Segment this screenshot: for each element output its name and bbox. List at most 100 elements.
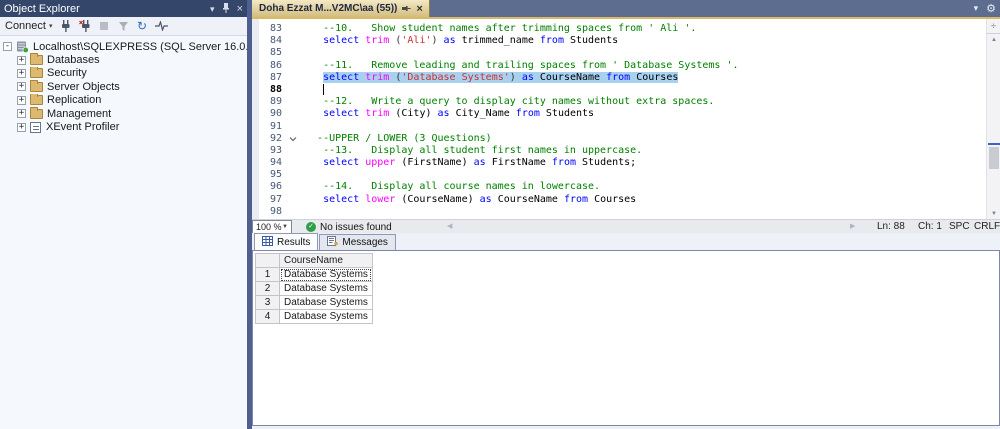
code-line-97[interactable]: select lower (CourseName) as CourseName …: [299, 194, 986, 206]
scrollbar-thumb[interactable]: [989, 147, 999, 169]
code-line-88[interactable]: [299, 84, 986, 96]
line-number[interactable]: 98: [259, 206, 287, 218]
line-number[interactable]: 90: [259, 108, 287, 120]
tree-item-replication[interactable]: +Replication: [0, 94, 247, 107]
pin-icon[interactable]: [222, 3, 230, 15]
tree-item-security[interactable]: +Security: [0, 67, 247, 80]
tree-item-databases[interactable]: +Databases: [0, 53, 247, 66]
chevron-down-icon: ▼: [282, 224, 288, 230]
grid-row-number[interactable]: 3: [256, 296, 280, 310]
scroll-right-icon[interactable]: ▶: [850, 222, 855, 230]
scroll-left-icon[interactable]: ◀: [447, 222, 452, 230]
grid-cell[interactable]: Database Systems: [280, 268, 373, 282]
expand-icon[interactable]: +: [17, 69, 26, 78]
line-number[interactable]: 86: [259, 60, 287, 72]
scroll-down-icon[interactable]: ▼: [987, 211, 1000, 217]
line-number[interactable]: 91: [259, 121, 287, 133]
code-health-indicator[interactable]: ✓ No issues found: [306, 220, 392, 234]
folder-icon: [30, 95, 43, 105]
line-number[interactable]: 94: [259, 157, 287, 169]
sql-code-editor[interactable]: 83848586878889909192939495969798 --10. S…: [252, 19, 1000, 219]
code-line-92[interactable]: --UPPER / LOWER (3 Questions): [299, 133, 986, 145]
code-line-86[interactable]: --11. Remove leading and trailing spaces…: [299, 60, 986, 72]
outline-margin-cell: [287, 108, 299, 120]
expand-icon[interactable]: +: [17, 109, 26, 118]
code-line-96[interactable]: --14. Display all course names in lowerc…: [299, 181, 986, 193]
grid-row-number[interactable]: 4: [256, 310, 280, 324]
scroll-up-icon[interactable]: ▲: [987, 37, 1000, 43]
expand-icon[interactable]: +: [17, 82, 26, 91]
collapse-icon[interactable]: -: [3, 42, 12, 51]
gear-icon[interactable]: ⚙: [986, 2, 996, 15]
grid-cell[interactable]: Database Systems: [280, 296, 373, 310]
line-number[interactable]: 95: [259, 169, 287, 181]
line-number[interactable]: 84: [259, 35, 287, 47]
code-line-84[interactable]: select trim ('Ali') as trimmed_name from…: [299, 35, 986, 47]
code-line-83[interactable]: --10. Show student names after trimming …: [299, 23, 986, 35]
tree-item-server-objects[interactable]: + Server Objects: [0, 80, 247, 93]
expand-icon[interactable]: +: [17, 96, 26, 105]
tab-messages[interactable]: Messages: [319, 234, 396, 250]
connect-plug-icon[interactable]: [60, 20, 73, 33]
code-token: select: [323, 108, 365, 119]
editor-vertical-scrollbar[interactable]: ÷ ▲ ▼: [986, 19, 1000, 219]
line-number[interactable]: 85: [259, 47, 287, 59]
server-icon: [16, 41, 29, 53]
code-token: --11. Remove leading and trailing spaces…: [299, 60, 739, 71]
code-line-91[interactable]: [299, 121, 986, 133]
tab-results[interactable]: Results: [254, 233, 318, 250]
code-line-87[interactable]: select trim ('Database Systems') as Cour…: [299, 72, 986, 84]
expand-icon[interactable]: +: [17, 123, 26, 132]
expand-icon[interactable]: +: [17, 56, 26, 65]
line-number[interactable]: 96: [259, 181, 287, 193]
grid-row-number[interactable]: 2: [256, 282, 280, 296]
code-line-93[interactable]: --13. Display all student first names in…: [299, 145, 986, 157]
grid-corner-cell[interactable]: [256, 254, 280, 268]
line-number[interactable]: 87: [259, 72, 287, 84]
outline-margin-cell: [287, 157, 299, 169]
breakpoint-margin[interactable]: [252, 19, 259, 219]
refresh-icon[interactable]: ↻: [136, 20, 149, 33]
code-token: select: [323, 194, 365, 205]
close-icon[interactable]: ×: [416, 4, 422, 14]
code-token: Courses: [636, 72, 678, 83]
code-line-90[interactable]: select trim (City) as City_Name from Stu…: [299, 108, 986, 120]
grid-cell[interactable]: Database Systems: [280, 282, 373, 296]
zoom-level-selector[interactable]: 100 % ▼: [252, 220, 292, 234]
tree-item-label: Server Objects: [47, 81, 120, 93]
tree-item-management[interactable]: +Management: [0, 107, 247, 120]
fold-collapse-icon[interactable]: [287, 133, 299, 145]
stop-icon[interactable]: [98, 20, 111, 33]
code-outline-margin[interactable]: [287, 23, 299, 218]
window-menu-icon[interactable]: ▾: [210, 4, 215, 14]
line-number[interactable]: 83: [259, 23, 287, 35]
close-icon[interactable]: ×: [237, 4, 243, 14]
line-number[interactable]: 88: [259, 84, 287, 96]
tree-item-localhost-sqlexpress-sql-serve[interactable]: -Localhost\SQLEXPRESS (SQL Server 16.0.1…: [0, 40, 247, 53]
line-number[interactable]: 92: [259, 133, 287, 145]
code-area[interactable]: --10. Show student names after trimming …: [299, 23, 986, 218]
code-line-89[interactable]: --12. Write a query to display city name…: [299, 96, 986, 108]
document-tab[interactable]: Doha Ezzat M...V2MC\aa (55)) ×: [252, 0, 430, 17]
grid-column-header[interactable]: CourseName: [280, 254, 373, 268]
grid-cell[interactable]: Database Systems: [280, 310, 373, 324]
code-line-85[interactable]: [299, 47, 986, 59]
activity-icon[interactable]: [155, 20, 168, 33]
line-number[interactable]: 97: [259, 194, 287, 206]
line-number[interactable]: 93: [259, 145, 287, 157]
grid-row-number[interactable]: 1: [256, 268, 280, 282]
code-line-95[interactable]: [299, 169, 986, 181]
editor-status-strip: 100 % ▼ ✓ No issues found ◀ ▶ Ln: 88 Ch:…: [252, 219, 1000, 233]
disconnect-plug-icon[interactable]: [79, 20, 92, 33]
filter-icon[interactable]: [117, 20, 130, 33]
code-token: CourseName: [540, 72, 606, 83]
code-line-98[interactable]: [299, 206, 986, 218]
code-line-94[interactable]: select upper (FirstName) as FirstName fr…: [299, 157, 986, 169]
tree-item-xevent-profiler[interactable]: +XEvent Profiler: [0, 120, 247, 133]
pin-icon[interactable]: [402, 4, 411, 13]
code-token: from: [540, 35, 570, 46]
line-number[interactable]: 89: [259, 96, 287, 108]
connect-button[interactable]: Connect ▾: [5, 20, 53, 32]
document-list-icon[interactable]: ▾: [974, 3, 979, 14]
split-view-grip-icon[interactable]: ÷: [987, 19, 1000, 34]
